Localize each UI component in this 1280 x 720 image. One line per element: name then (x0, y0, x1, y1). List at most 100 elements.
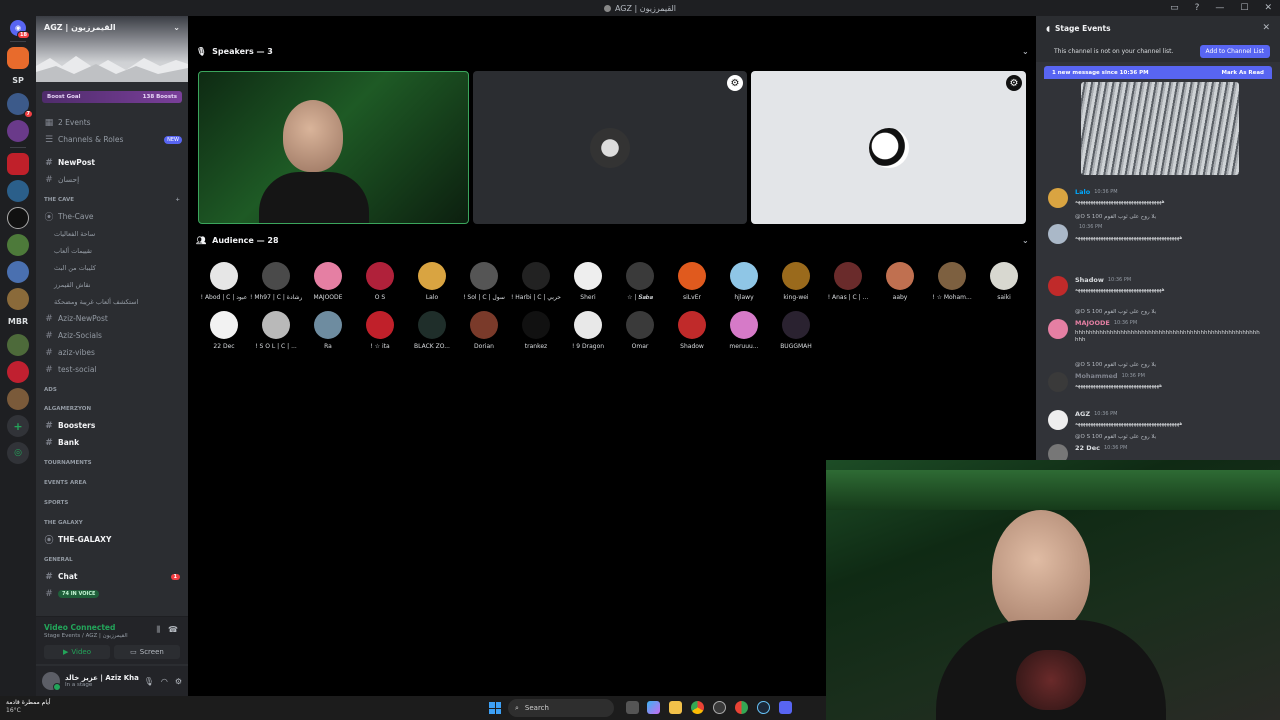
server-icon-7[interactable] (7, 234, 29, 256)
disconnect-icon[interactable]: ☎ (168, 625, 178, 635)
audience-member[interactable]: siLvEr (666, 262, 718, 301)
audience-member[interactable]: saiki (978, 262, 1030, 301)
server-folder-mbr[interactable]: MBR (8, 315, 28, 329)
headphones-icon[interactable]: ◠ (161, 677, 168, 686)
xbox-icon[interactable] (713, 701, 726, 714)
server-icon-9[interactable] (7, 288, 29, 310)
close-window-button[interactable]: ✕ (1264, 3, 1272, 13)
category-the-cave[interactable]: THE CAVE + (36, 192, 188, 208)
audience-member[interactable]: meruuu... (718, 311, 770, 350)
channel-cave-5[interactable]: استكشف ألعاب غريبة ومضحكة (36, 293, 188, 310)
speaker-tile-video[interactable] (198, 71, 469, 224)
task-view-icon[interactable] (626, 701, 639, 714)
server-header[interactable]: AGZ | القيمرزيون ⌄ (36, 16, 188, 38)
server-icon-4[interactable] (7, 153, 29, 175)
audience-member[interactable]: ! Harbi | C | حربي (510, 262, 562, 301)
audience-header[interactable]: 👥︎ Audience — 28 ⌄ (196, 236, 1029, 245)
avatar[interactable] (1048, 410, 1068, 430)
chrome-icon[interactable] (691, 701, 704, 714)
server-icon-6[interactable] (7, 207, 29, 229)
audience-member[interactable]: O S (354, 262, 406, 301)
category-algamerzyon[interactable]: AlGamerZyon (36, 401, 188, 417)
file-explorer-icon[interactable] (669, 701, 682, 714)
category-tournaments[interactable]: TOURNAMENTS (36, 455, 188, 471)
audience-member[interactable]: ! Mh97 | C | رشادة (250, 262, 302, 301)
message-author[interactable]: Mohammed (1075, 372, 1118, 380)
audience-member[interactable]: Dorian (458, 311, 510, 350)
avatar[interactable] (1048, 444, 1068, 460)
stage-the-galaxy[interactable]: ⦿ THE-GALAXY (36, 531, 188, 548)
reply-preview[interactable]: @O S 100 بلا روح على ثوب القوم (1075, 362, 1156, 368)
avatar[interactable] (1048, 224, 1068, 244)
server-icon-2[interactable]: 7 (7, 93, 33, 118)
server-icon-12[interactable] (7, 388, 29, 410)
channel-newpost[interactable]: # NewPost (36, 154, 188, 171)
copilot-icon[interactable] (647, 701, 660, 714)
server-folder-sp[interactable]: SP (12, 74, 24, 88)
audience-member[interactable]: trankez (510, 311, 562, 350)
audience-member[interactable]: Shadow (666, 311, 718, 350)
gear-icon[interactable]: ⚙ (175, 677, 182, 686)
category-general[interactable]: GENERAL (36, 552, 188, 568)
server-icon-3[interactable] (7, 120, 29, 142)
audience-member[interactable]: MAJOODE (302, 262, 354, 301)
minimize-button[interactable]: — (1215, 3, 1224, 13)
audience-member[interactable]: 22 Dec (198, 311, 250, 350)
discord-icon[interactable] (779, 701, 792, 714)
audience-member[interactable]: king-wei (770, 262, 822, 301)
audience-member[interactable]: BLACK ZO... (406, 311, 458, 350)
stage-the-cave[interactable]: ⦿ The-Cave (36, 208, 188, 225)
category-the-galaxy[interactable]: THE GALAXY (36, 515, 188, 531)
avatar[interactable] (1048, 319, 1068, 339)
taskbar-search[interactable]: ⌕ Search (508, 699, 614, 717)
reply-preview[interactable]: @O S 100 بلا روح على ثوب القوم (1075, 434, 1156, 440)
start-button[interactable] (489, 702, 501, 714)
channel-bank[interactable]: # Bank (36, 434, 188, 451)
channel-aziz-socials[interactable]: # Aziz-Socials (36, 327, 188, 344)
browser-icon[interactable] (735, 701, 748, 714)
server-icon-agz[interactable] (7, 47, 29, 69)
message-author[interactable]: Shadow (1075, 276, 1104, 284)
add-to-channel-list-button[interactable]: Add to Channel List (1199, 44, 1270, 58)
speaker-tile-2[interactable]: ⚙ (473, 71, 747, 224)
channels-roles-link[interactable]: ☰ Channels & Roles NEW (36, 131, 188, 148)
mark-as-read-button[interactable]: Mark As Read (1221, 70, 1264, 76)
channel-cave-4[interactable]: نقاش القيمرز (36, 276, 188, 293)
speakers-header[interactable]: 🎙︎ Speakers — 3 ⌄ (196, 47, 1029, 56)
audience-member[interactable]: BUGGMAH (770, 311, 822, 350)
message-author[interactable]: AGZ (1075, 410, 1090, 418)
audience-member[interactable]: ! Abod | C | عبود (198, 262, 250, 301)
avatar[interactable] (1048, 188, 1068, 208)
audience-member[interactable]: ! S O L | C | ... (250, 311, 302, 350)
screen-share-button[interactable]: ▭ Screen (114, 645, 180, 659)
discover-icon[interactable]: ◎ (7, 442, 29, 464)
server-icon-5[interactable] (7, 180, 29, 202)
maximize-button[interactable]: ☐ (1240, 3, 1248, 13)
server-icon-8[interactable] (7, 261, 29, 283)
avatar[interactable] (1048, 372, 1068, 392)
audience-member[interactable]: ☆ | 𝑺𝒂𝒃𝒂 (614, 262, 666, 302)
category-ads[interactable]: ADS (36, 382, 188, 398)
events-link[interactable]: ▦ 2 Events (36, 114, 188, 131)
channel-voice-lounge[interactable]: #74 IN VOICE (36, 585, 188, 602)
weather-widget[interactable]: أيام ممطرة قادمة 16°C (6, 699, 51, 715)
category-events-area[interactable]: EVENTS AREA (36, 475, 188, 491)
close-icon[interactable]: ✕ (1262, 23, 1270, 33)
noise-suppression-icon[interactable]: ⫼ (156, 625, 160, 635)
audience-member[interactable]: hjlawy (718, 262, 770, 301)
avatar[interactable] (42, 672, 61, 691)
add-channel-icon[interactable]: + (175, 197, 180, 203)
channel-aziz-vibes[interactable]: # aziz-vibes (36, 344, 188, 361)
add-server-icon[interactable]: + (7, 415, 29, 437)
video-button[interactable]: ▶ Video (44, 645, 110, 659)
steam-icon[interactable] (757, 701, 770, 714)
audience-member[interactable]: ! 9 Dragon (562, 311, 614, 350)
audience-member[interactable]: ! ☆ Moham... (926, 262, 978, 301)
chevron-down-icon[interactable]: ⌄ (1022, 236, 1029, 245)
speaker-tile-3[interactable]: ⚙ (751, 71, 1026, 224)
channel-ehsan[interactable]: # إحسان (36, 171, 188, 188)
audience-member[interactable]: ! Sol | C | سول (458, 262, 510, 301)
message-author[interactable]: MAJOODE (1075, 319, 1110, 327)
help-icon[interactable]: ? (1195, 3, 1200, 13)
microphone-icon[interactable]: 🎙︎ (144, 677, 154, 686)
